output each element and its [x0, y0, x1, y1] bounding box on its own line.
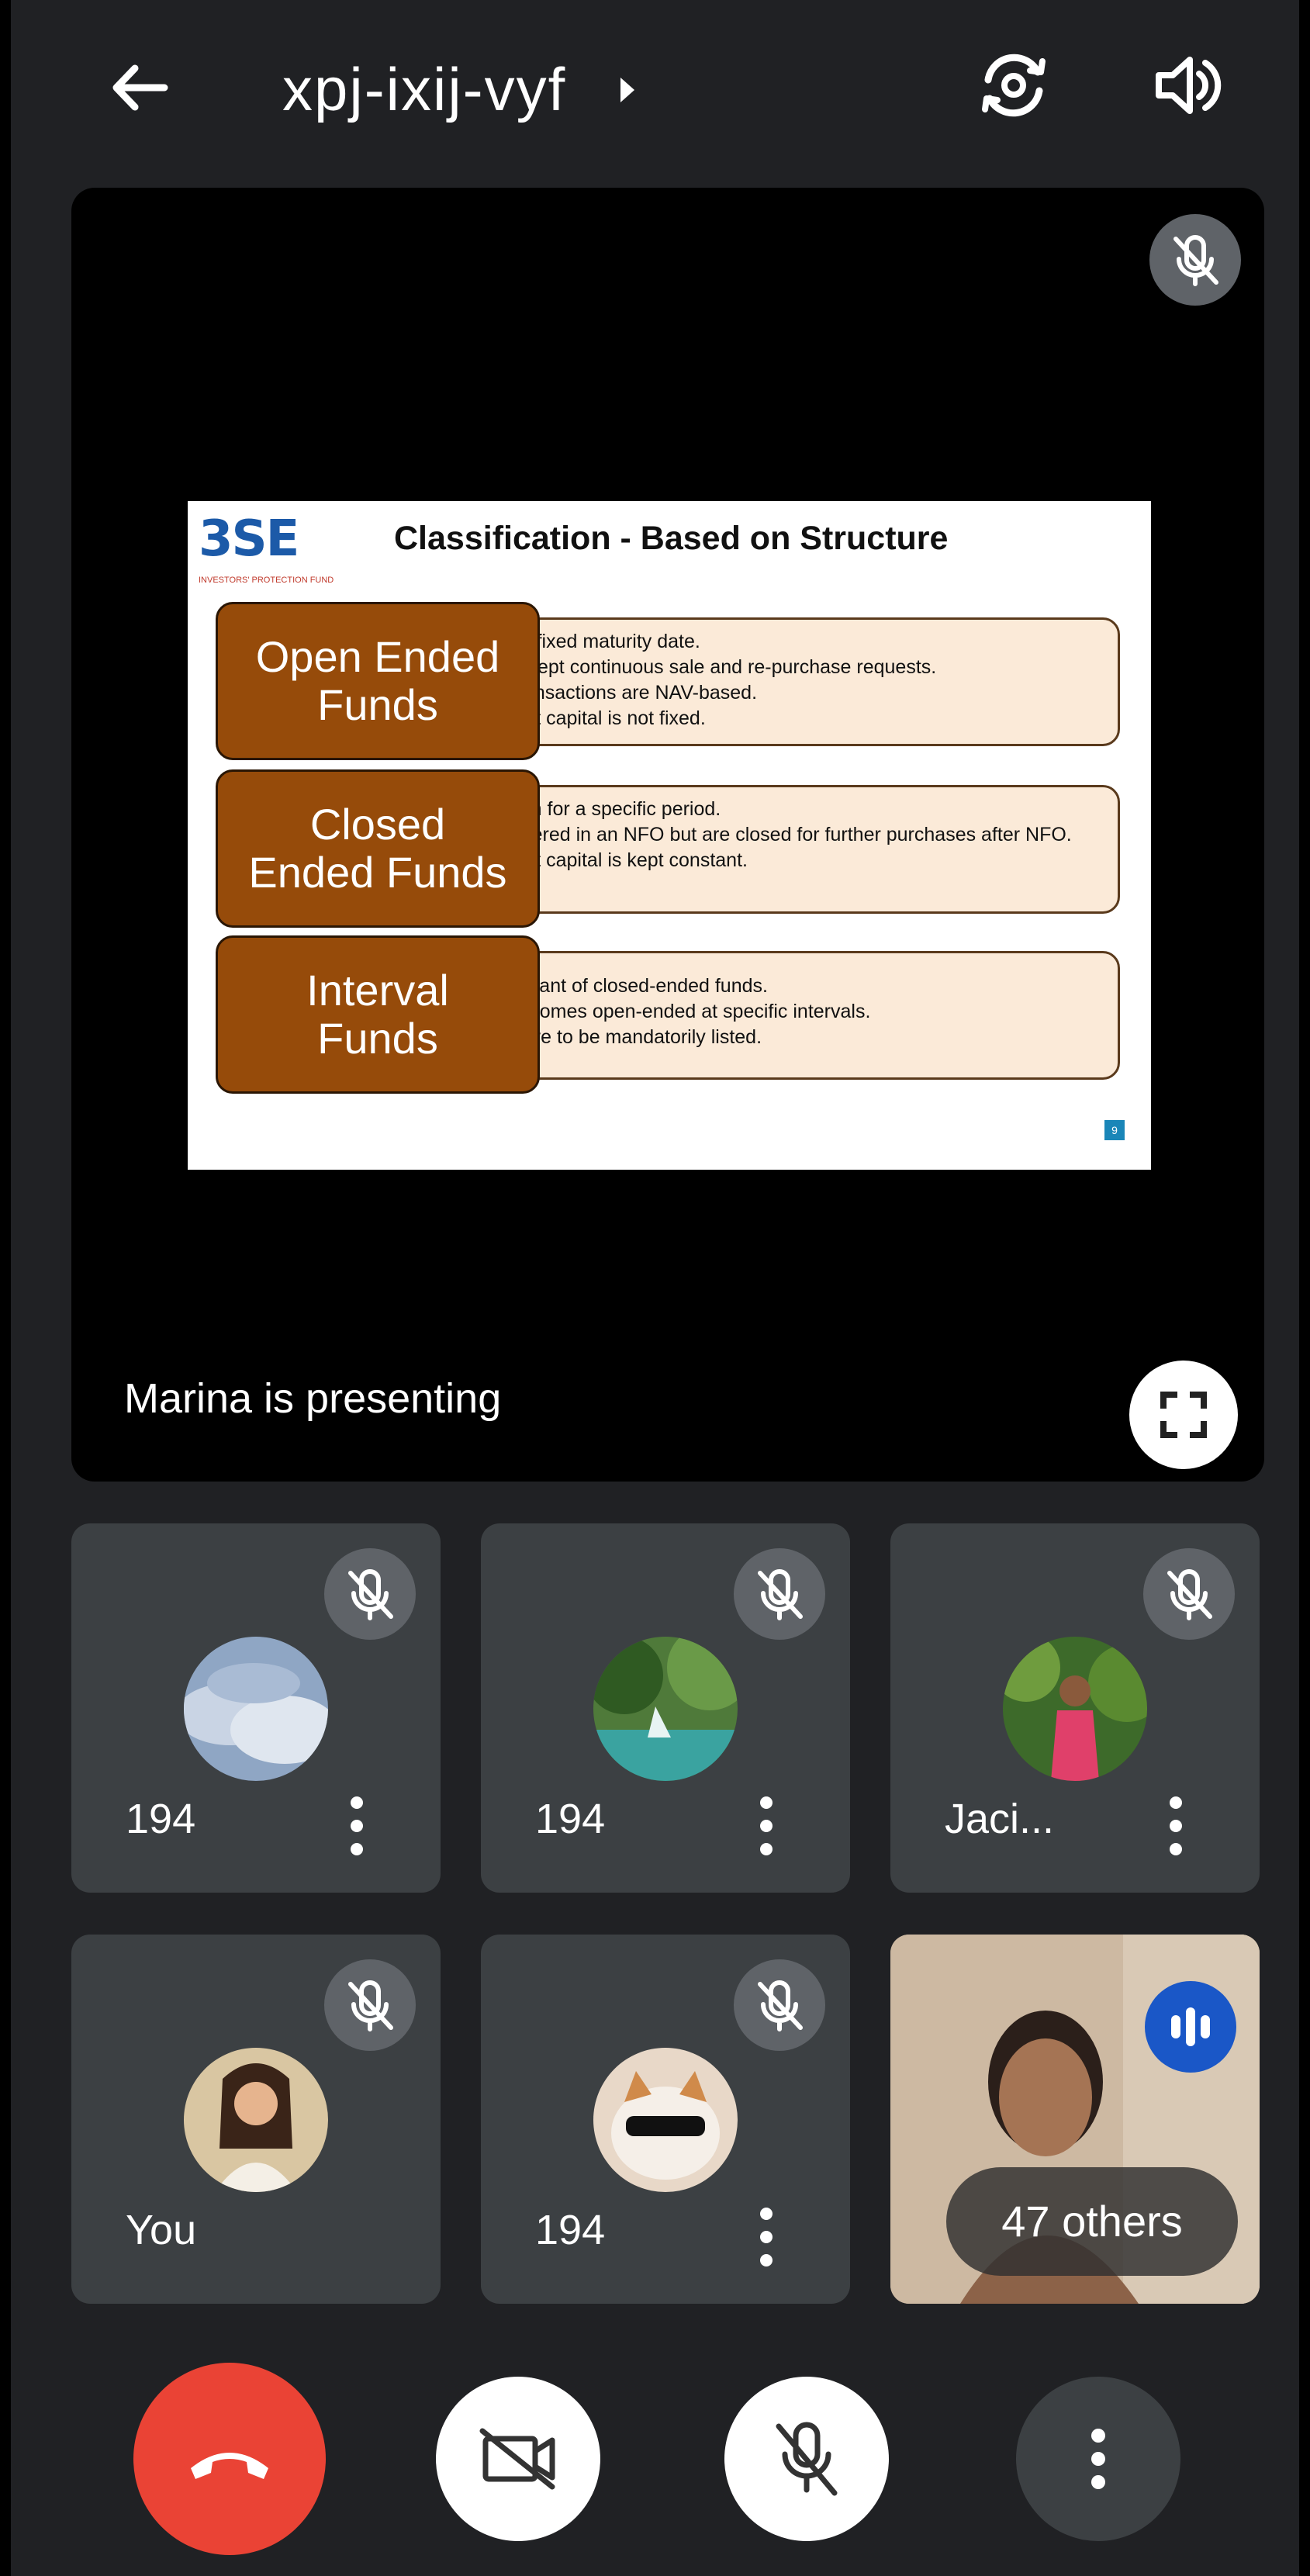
cat-avatar: [593, 2048, 738, 2192]
row-label-line: Closed: [309, 800, 446, 849]
self-avatar: [184, 2048, 328, 2192]
person-avatar: [1003, 1637, 1147, 1781]
forest-avatar: [593, 1637, 738, 1781]
slide-title: Classification - Based on Structure: [394, 520, 949, 557]
bullet: No fixed maturity date.: [494, 629, 1107, 655]
more-options-icon[interactable]: [751, 2198, 782, 2276]
others-count-label: 47 others: [946, 2167, 1238, 2276]
caret-right-icon[interactable]: [613, 67, 644, 113]
participant-name: 194: [126, 1796, 196, 1842]
participant-name: 194: [535, 2207, 606, 2253]
slide-page-number: 9: [1104, 1120, 1125, 1140]
others-video-tile[interactable]: 47 others: [890, 1935, 1260, 2304]
more-options-icon[interactable]: [341, 1787, 372, 1865]
switch-camera-icon[interactable]: [971, 43, 1056, 128]
row-details-open-ended: No fixed maturity date. Accept continuou…: [475, 617, 1120, 746]
bse-logo-subtext: INVESTORS' PROTECTION FUND: [199, 576, 334, 585]
meeting-code[interactable]: xpj-ixij-vyf: [282, 47, 566, 132]
participant-tile[interactable]: 194: [481, 1523, 850, 1893]
bullet: Unit capital is not fixed.: [494, 706, 1107, 731]
bullet: Unit capital is kept constant.: [494, 848, 1107, 873]
bse-logo-text: 3SE: [199, 510, 299, 568]
bullet: Transactions are NAV-based.: [494, 680, 1107, 706]
row-label-interval: Interval Funds: [216, 935, 540, 1094]
mic-off-icon: [324, 1548, 416, 1640]
mic-off-icon: [1149, 214, 1241, 306]
meet-screen: xpj-ixij-vyf 3SE INVESTORS' PROTECTION F…: [11, 0, 1299, 2576]
participant-tile-self[interactable]: You: [71, 1935, 441, 2304]
bullet: Run for a specific period.: [494, 797, 1107, 822]
mic-off-icon: [776, 2422, 838, 2496]
shared-slide: 3SE INVESTORS' PROTECTION FUND Classific…: [188, 501, 1151, 1170]
hang-up-icon: [191, 2453, 268, 2479]
end-call-button[interactable]: [133, 2363, 326, 2555]
row-details-closed-ended: Run for a specific period. Offered in an…: [475, 785, 1120, 914]
bse-logo: 3SE INVESTORS' PROTECTION FUND: [199, 510, 334, 593]
bullet: Becomes open-ended at specific intervals…: [494, 999, 1107, 1025]
row-label-line: Funds: [317, 680, 438, 729]
camera-off-icon: [479, 2428, 555, 2490]
participant-tile[interactable]: 194: [481, 1935, 850, 2304]
bullet: Accept continuous sale and re-purchase r…: [494, 655, 1107, 680]
bullet: Have to be mandatorily listed.: [494, 1025, 1107, 1050]
back-arrow-icon[interactable]: [96, 45, 181, 130]
mic-off-icon: [324, 1959, 416, 2051]
mic-toggle-button[interactable]: [724, 2377, 889, 2541]
presenter-label: Marina is presenting: [124, 1375, 502, 1422]
row-label-open-ended: Open Ended Funds: [216, 602, 540, 760]
clouds-avatar: [184, 1637, 328, 1781]
bullet: Offered in an NFO but are closed for fur…: [494, 822, 1107, 848]
row-details-interval: Variant of closed-ended funds. Becomes o…: [475, 951, 1120, 1080]
speaking-indicator-icon: [1145, 1981, 1236, 2073]
more-options-icon[interactable]: [1160, 1787, 1191, 1865]
camera-toggle-button[interactable]: [436, 2377, 600, 2541]
more-vert-icon: [1091, 2429, 1105, 2489]
participant-tile[interactable]: 194: [71, 1523, 441, 1893]
row-label-line: Funds: [317, 1014, 438, 1063]
mic-off-icon: [1143, 1548, 1235, 1640]
speaker-volume-icon[interactable]: [1145, 43, 1230, 128]
fullscreen-icon[interactable]: [1129, 1361, 1238, 1469]
more-options-button[interactable]: [1016, 2377, 1180, 2541]
bullet: Variant of closed-ended funds.: [494, 973, 1107, 999]
participant-name: You: [126, 2207, 197, 2253]
row-label-line: Interval: [306, 966, 449, 1015]
participant-name: Jaci...: [945, 1796, 1055, 1842]
row-label-line: Ended Funds: [248, 848, 507, 897]
top-bar: xpj-ixij-vyf: [11, 0, 1299, 171]
more-options-icon[interactable]: [751, 1787, 782, 1865]
mic-off-icon: [734, 1959, 825, 2051]
row-label-line: Open Ended: [255, 632, 500, 681]
presentation-tile[interactable]: 3SE INVESTORS' PROTECTION FUND Classific…: [71, 188, 1264, 1482]
participant-name: 194: [535, 1796, 606, 1842]
phone-frame: xpj-ixij-vyf 3SE INVESTORS' PROTECTION F…: [0, 0, 1310, 2576]
participant-tile[interactable]: Jaci...: [890, 1523, 1260, 1893]
row-label-closed-ended: Closed Ended Funds: [216, 769, 540, 928]
mic-off-icon: [734, 1548, 825, 1640]
